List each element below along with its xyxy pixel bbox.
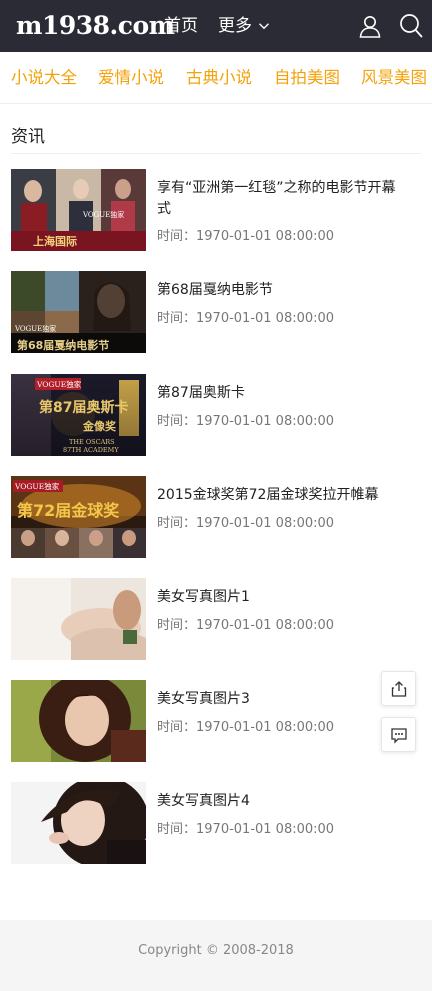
article-title[interactable]: 美女写真图片3 — [157, 689, 407, 710]
article-thumbnail[interactable] — [11, 680, 146, 762]
article-time: 时间：1970-01-01 08:00:00 — [157, 720, 335, 735]
article-thumbnail[interactable]: VOGUE独家 第87届奥斯卡 金像奖 THE OSCARS 87TH ACAD… — [11, 374, 146, 456]
list-item[interactable]: VOGUE独家 第87届奥斯卡 金像奖 THE OSCARS 87TH ACAD… — [11, 374, 421, 456]
thumb-brand-label: VOGUE独家 — [14, 324, 56, 333]
article-title[interactable]: 美女写真图片4 — [157, 791, 407, 812]
section-title: 资讯 — [11, 127, 45, 147]
list-item[interactable]: VOGUE独家 第72届金球奖 2015金球奖第72届金球奖拉开帷幕 时间：19… — [11, 476, 421, 558]
category-romance-novels[interactable]: 爱情小说 — [98, 66, 164, 90]
article-thumbnail[interactable]: VOGUE独家 第72届金球奖 — [11, 476, 146, 558]
site-logo[interactable]: m1938.com — [16, 8, 175, 44]
thumb-caption: 第68届戛纳电影节 — [17, 338, 109, 352]
article-title[interactable]: 享有“亚洲第一红毯”之称的电影节开幕式 — [157, 178, 407, 220]
nav-home-link[interactable]: 首页 — [164, 14, 198, 38]
article-title[interactable]: 美女写真图片1 — [157, 587, 407, 608]
article-time: 时间：1970-01-01 08:00:00 — [157, 414, 335, 429]
article-thumbnail[interactable] — [11, 578, 146, 660]
list-item[interactable]: 美女写真图片3 时间：1970-01-01 08:00:00 — [11, 680, 421, 762]
thumb-caption-en: 87TH ACADEMY — [63, 446, 119, 454]
footer: Copyright © 2008-2018 — [0, 920, 432, 991]
article-time: 时间：1970-01-01 08:00:00 — [157, 822, 335, 837]
nav-more-menu[interactable]: 更多 — [218, 14, 270, 38]
article-time: 时间：1970-01-01 08:00:00 — [157, 618, 335, 633]
share-button[interactable] — [381, 671, 416, 706]
chevron-down-icon — [259, 23, 269, 30]
comment-button[interactable] — [381, 717, 416, 752]
thumb-caption: 第72届金球奖 — [17, 501, 120, 520]
thumb-caption: 上海国际 — [33, 234, 77, 248]
thumb-caption-sub: 金像奖 — [82, 419, 117, 433]
category-scenery-photos[interactable]: 风景美图 — [361, 66, 427, 90]
article-title[interactable]: 第87届奥斯卡 — [157, 383, 407, 404]
category-selfie-photos[interactable]: 自拍美图 — [274, 66, 340, 90]
article-thumbnail[interactable] — [11, 782, 146, 864]
article-time: 时间：1970-01-01 08:00:00 — [157, 229, 335, 244]
copyright-text: Copyright © 2008-2018 — [138, 943, 294, 958]
category-bar[interactable]: 小说大全 爱情小说 古典小说 自拍美图 风景美图 — [0, 52, 432, 104]
article-thumbnail[interactable]: VOGUE独家 上海国际 — [11, 169, 146, 251]
list-item[interactable]: VOGUE独家 上海国际 享有“亚洲第一红毯”之称的电影节开幕式 时间：1970… — [11, 169, 421, 251]
category-classic-novels[interactable]: 古典小说 — [186, 66, 252, 90]
list-item[interactable]: 美女写真图片1 时间：1970-01-01 08:00:00 — [11, 578, 421, 660]
divider — [11, 153, 421, 154]
article-title[interactable]: 第68届戛纳电影节 — [157, 280, 407, 301]
thumb-caption-en: THE OSCARS — [69, 438, 115, 446]
thumb-brand-label: VOGUE独家 — [82, 210, 124, 219]
comment-icon — [390, 727, 407, 744]
article-title[interactable]: 2015金球奖第72届金球奖拉开帷幕 — [157, 485, 407, 506]
user-icon[interactable] — [358, 14, 382, 38]
search-icon[interactable] — [399, 13, 423, 39]
article-time: 时间：1970-01-01 08:00:00 — [157, 311, 335, 326]
thumb-caption: 第87届奥斯卡 — [39, 399, 128, 416]
nav-more-label: 更多 — [218, 16, 252, 36]
article-thumbnail[interactable]: VOGUE独家 第68届戛纳电影节 — [11, 271, 146, 353]
list-item[interactable]: 美女写真图片4 时间：1970-01-01 08:00:00 — [11, 782, 421, 864]
top-bar: m1938.com 首页 更多 — [0, 0, 432, 52]
category-novels[interactable]: 小说大全 — [11, 66, 77, 90]
thumb-brand-label: VOGUE独家 — [36, 379, 82, 389]
thumb-brand-label: VOGUE独家 — [14, 481, 60, 491]
share-icon — [391, 680, 406, 697]
article-time: 时间：1970-01-01 08:00:00 — [157, 516, 335, 531]
list-item[interactable]: VOGUE独家 第68届戛纳电影节 第68届戛纳电影节 时间：1970-01-0… — [11, 271, 421, 353]
